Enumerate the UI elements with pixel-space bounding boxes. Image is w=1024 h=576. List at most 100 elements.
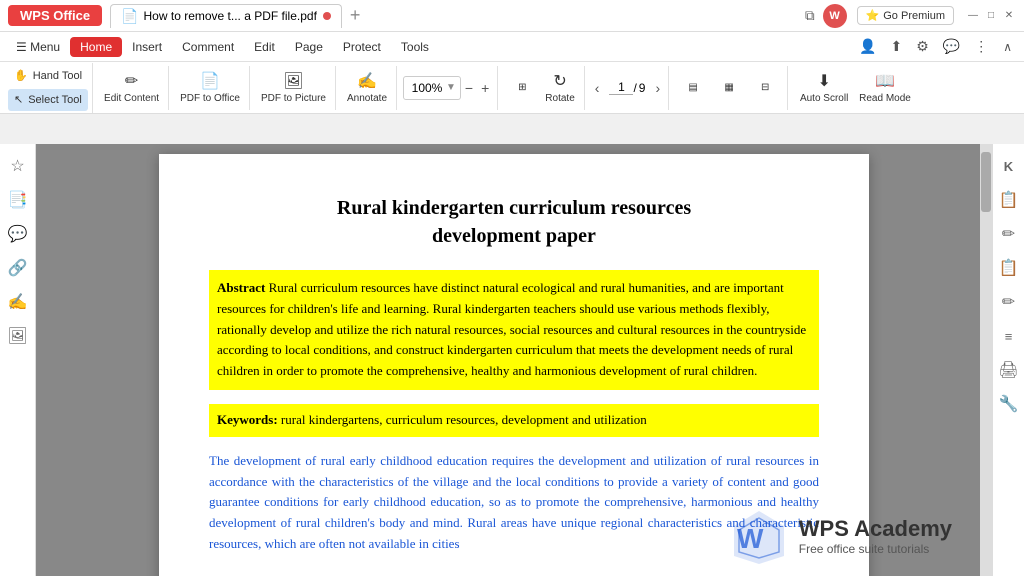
- hand-tool-button[interactable]: ✋ Hand Tool: [8, 65, 88, 87]
- read-mode-button[interactable]: 📖 Read Mode: [854, 68, 916, 108]
- cursor-icon: ↖: [14, 93, 23, 106]
- pdf-tab-icon: 📄: [121, 8, 138, 25]
- zoom-in-button[interactable]: +: [477, 78, 493, 98]
- right-sidebar-copy[interactable]: 📋: [995, 186, 1023, 214]
- scrollbar[interactable]: [980, 144, 992, 576]
- pdf-keywords-block: Keywords: rural kindergartens, curriculu…: [209, 404, 819, 437]
- collapse-ribbon-button[interactable]: ∧: [997, 38, 1018, 56]
- menu-bar: ☰ Menu Home Insert Comment Edit Page Pro…: [0, 32, 1024, 62]
- view1-icon: ▤: [688, 82, 697, 93]
- pdf-abstract-block: Abstract Rural curriculum resources have…: [209, 270, 819, 390]
- sidebar-pages[interactable]: 📑: [4, 186, 32, 214]
- annotate-button[interactable]: ✍ Annotate: [342, 68, 392, 108]
- prev-page-button[interactable]: ‹: [591, 78, 604, 98]
- edit-content-button[interactable]: ✏ Edit Content: [99, 68, 164, 108]
- sidebar-comments[interactable]: 💬: [4, 220, 32, 248]
- auto-scroll-icon: ⬇: [817, 71, 830, 91]
- auto-scroll-button[interactable]: ⬇ Auto Scroll: [794, 68, 854, 108]
- menu-right-actions: 👤 ⬆ ⚙ 💬 ⋮ ∧: [854, 35, 1018, 58]
- scroll-thumb[interactable]: [981, 152, 991, 212]
- left-sidebar: ☆ 📑 💬 🔗 ✍ 🖼: [0, 144, 36, 576]
- edit-content-icon: ✏: [125, 71, 138, 91]
- zoom-out-button[interactable]: −: [461, 78, 477, 98]
- right-sidebar-edit2[interactable]: ✏: [995, 288, 1023, 316]
- pdf-to-office-button[interactable]: 📄 PDF to Office: [175, 68, 245, 108]
- main-area: Rural kindergarten curriculum resourcesd…: [36, 144, 992, 576]
- auto-scroll-label: Auto Scroll: [800, 93, 848, 104]
- right-sidebar: K 📋 ✏ 📋 ✏ ≡ 🖨 🔧: [992, 144, 1024, 576]
- zoom-dropdown-icon[interactable]: ▼: [446, 82, 456, 93]
- abstract-text: Rural curriculum resources have distinct…: [217, 280, 806, 378]
- svg-text:W: W: [737, 523, 764, 554]
- right-sidebar-print[interactable]: 🖨: [995, 356, 1023, 384]
- premium-icon: ⭐: [866, 9, 880, 22]
- auto-scroll-read-group: ⬇ Auto Scroll 📖 Read Mode: [790, 66, 920, 110]
- view-option-2[interactable]: ▦: [711, 68, 747, 108]
- menu-page[interactable]: Page: [285, 36, 333, 58]
- pdf-title: Rural kindergarten curriculum resourcesd…: [209, 194, 819, 250]
- right-sidebar-k[interactable]: K: [995, 152, 1023, 180]
- avatar[interactable]: W: [823, 4, 847, 28]
- maximize-button[interactable]: □: [984, 9, 998, 23]
- pdf-to-picture-button[interactable]: 🖼 PDF to Picture: [256, 68, 331, 108]
- toolbar: ✋ Hand Tool ↖ Select Tool ✏ Edit Content…: [0, 62, 1024, 114]
- right-sidebar-tool[interactable]: 🔧: [995, 390, 1023, 418]
- go-premium-button[interactable]: ⭐ Go Premium: [857, 6, 954, 25]
- annotate-group: ✍ Annotate: [338, 66, 397, 110]
- menu-home[interactable]: Home: [70, 37, 122, 57]
- menu-comment[interactable]: Comment: [172, 36, 244, 58]
- right-sidebar-copy2[interactable]: 📋: [995, 254, 1023, 282]
- share-button[interactable]: 👤: [854, 35, 881, 58]
- hand-icon: ✋: [14, 69, 28, 82]
- menu-protect[interactable]: Protect: [333, 36, 391, 58]
- view-options-group: ▤ ▦ ⊟: [671, 66, 788, 110]
- rotate-button[interactable]: ↻ Rotate: [540, 68, 579, 108]
- upload-button[interactable]: ⬆: [885, 35, 907, 58]
- chat-button[interactable]: 💬: [938, 35, 965, 58]
- pdf-to-office-icon: 📄: [200, 71, 220, 91]
- view3-icon: ⊟: [761, 82, 769, 93]
- zoom-group: ▼ − +: [399, 66, 498, 110]
- close-button[interactable]: ✕: [1002, 9, 1016, 23]
- current-page-input[interactable]: [609, 80, 633, 95]
- tab-unsaved-dot: [323, 12, 331, 20]
- menu-insert[interactable]: Insert: [122, 36, 172, 58]
- annotate-icon: ✍: [357, 71, 377, 91]
- sidebar-media[interactable]: 🖼: [4, 322, 32, 350]
- more-button[interactable]: ⋮: [969, 35, 993, 58]
- wps-academy-watermark: W WPS Academy Free office suite tutorial…: [729, 506, 952, 566]
- pdf-tab[interactable]: 📄 How to remove t... a PDF file.pdf: [110, 4, 342, 28]
- fit-page-button[interactable]: ⊞: [504, 68, 540, 108]
- add-tab-button[interactable]: +: [344, 5, 367, 26]
- sidebar-links[interactable]: 🔗: [4, 254, 32, 282]
- menu-toggle[interactable]: ☰ Menu: [6, 36, 70, 58]
- premium-label: Go Premium: [883, 10, 945, 22]
- hand-select-group: ✋ Hand Tool ↖ Select Tool: [4, 63, 93, 113]
- right-sidebar-edit[interactable]: ✏: [995, 220, 1023, 248]
- select-tool-button[interactable]: ↖ Select Tool: [8, 89, 88, 111]
- pdf-to-office-group: 📄 PDF to Office: [171, 66, 250, 110]
- page-separator: /: [633, 81, 636, 95]
- wps-office-button[interactable]: WPS Office: [8, 5, 102, 26]
- settings-button[interactable]: ⚙: [911, 35, 934, 58]
- zoom-input[interactable]: [408, 81, 446, 95]
- sidebar-draw[interactable]: ✍: [4, 288, 32, 316]
- annotate-label: Annotate: [347, 93, 387, 104]
- pdf-to-picture-label: PDF to Picture: [261, 93, 326, 104]
- sidebar-bookmark[interactable]: ☆: [4, 152, 32, 180]
- view-option-3[interactable]: ⊟: [747, 68, 783, 108]
- total-pages: 9: [639, 81, 646, 95]
- menu-edit[interactable]: Edit: [244, 36, 285, 58]
- page-display: / 9: [603, 80, 651, 95]
- title-controls: ⧉ W ⭐ Go Premium — □ ✕: [801, 4, 1016, 28]
- abstract-label: Abstract: [217, 280, 265, 295]
- menu-tools[interactable]: Tools: [391, 36, 439, 58]
- window-layout-button[interactable]: ⧉: [801, 6, 819, 26]
- next-page-button[interactable]: ›: [651, 78, 664, 98]
- select-tool-label: Select Tool: [28, 94, 82, 106]
- right-sidebar-list[interactable]: ≡: [995, 322, 1023, 350]
- view-option-1[interactable]: ▤: [675, 68, 711, 108]
- fit-page-icon: ⊞: [518, 82, 526, 93]
- minimize-button[interactable]: —: [966, 9, 980, 23]
- academy-title: WPS Academy: [799, 516, 952, 542]
